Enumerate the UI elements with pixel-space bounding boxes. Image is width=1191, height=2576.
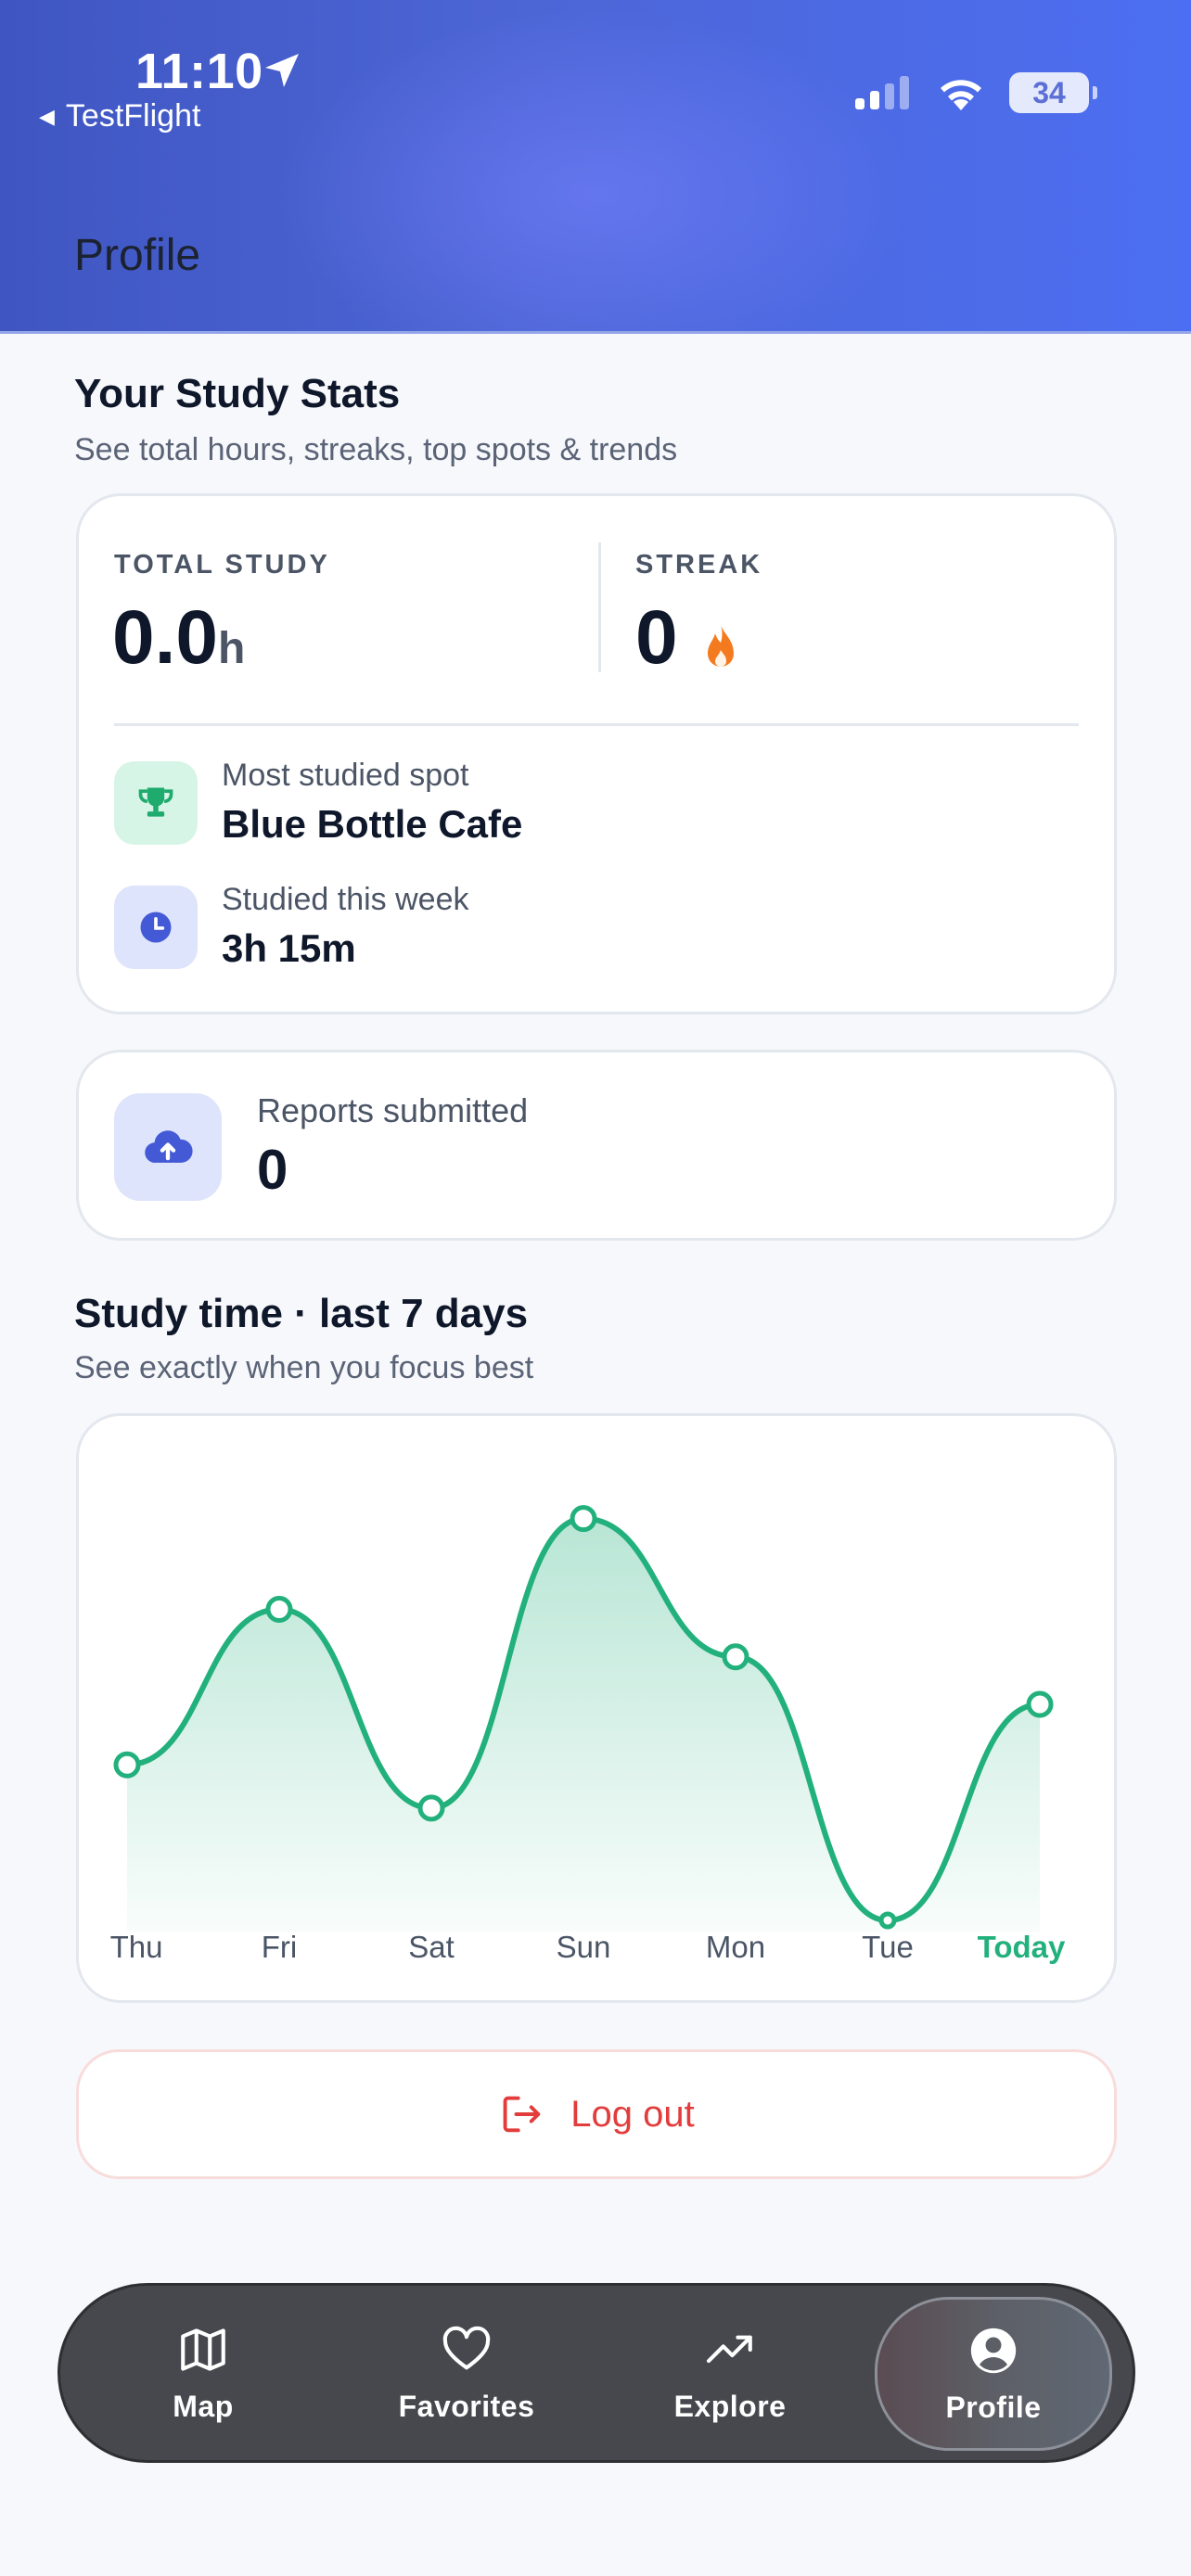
trophy-icon bbox=[138, 787, 173, 817]
top-spot-value: Blue Bottle Cafe bbox=[222, 802, 523, 846]
back-triangle-icon: ◀ bbox=[39, 104, 55, 128]
total-study-unit: h bbox=[218, 624, 246, 673]
chart-title: Study time · last 7 days bbox=[74, 1291, 529, 1336]
tab-map-label: Map bbox=[173, 2389, 234, 2423]
week-value: 3h 15m bbox=[222, 926, 356, 970]
back-to-testflight[interactable]: ◀ TestFlight bbox=[39, 98, 200, 134]
status-icons: 34 bbox=[853, 72, 1097, 113]
tab-map[interactable]: Map bbox=[92, 2286, 314, 2460]
cloud-upload-icon bbox=[145, 1130, 193, 1163]
map-icon bbox=[181, 2327, 225, 2371]
flame-icon bbox=[708, 624, 734, 667]
total-study-value: 0.0h bbox=[112, 594, 245, 682]
logout-button[interactable]: Log out bbox=[76, 2049, 1117, 2179]
location-arrow-icon bbox=[265, 54, 299, 87]
back-app-label: TestFlight bbox=[65, 98, 201, 134]
clock-icon bbox=[140, 912, 172, 943]
x-tick-mon: Mon bbox=[705, 1930, 766, 1964]
chart-subtitle: See exactly when you focus best bbox=[74, 1350, 534, 1385]
trophy-tile bbox=[114, 761, 198, 845]
wifi-icon bbox=[941, 80, 981, 110]
streak-label: STREAK bbox=[635, 550, 763, 580]
logout-icon bbox=[503, 2096, 541, 2133]
x-tick-sun: Sun bbox=[556, 1930, 611, 1964]
tab-profile-label: Profile bbox=[945, 2390, 1042, 2424]
clock-tile bbox=[114, 886, 198, 969]
chart-point-mon[interactable] bbox=[722, 1643, 749, 1671]
stats-subtitle: See total hours, streaks, top spots & tr… bbox=[74, 432, 678, 467]
tab-explore-label: Explore bbox=[673, 2389, 787, 2423]
top-spot-label: Most studied spot bbox=[222, 758, 469, 793]
chart-point-today[interactable] bbox=[1026, 1690, 1054, 1718]
chart-point-sun[interactable] bbox=[570, 1505, 597, 1533]
week-label: Studied this week bbox=[222, 882, 469, 917]
x-tick-fri: Fri bbox=[261, 1930, 298, 1964]
chart-point-sat[interactable] bbox=[417, 1794, 445, 1822]
battery-indicator: 34 bbox=[1009, 72, 1097, 113]
tab-profile[interactable]: Profile bbox=[875, 2297, 1112, 2451]
stats-title: Your Study Stats bbox=[74, 371, 401, 416]
cellular-signal-icon bbox=[855, 76, 909, 109]
chart-point-thu[interactable] bbox=[113, 1751, 141, 1779]
stats-divider-vertical bbox=[598, 542, 601, 672]
chart-point-fri[interactable] bbox=[265, 1595, 293, 1623]
page-title: Profile bbox=[74, 231, 201, 280]
tab-bar: Map Favorites Explore Profile bbox=[58, 2283, 1135, 2463]
reports-value: 0 bbox=[257, 1139, 288, 1201]
tab-favorites[interactable]: Favorites bbox=[355, 2286, 578, 2460]
stats-divider-horizontal bbox=[114, 723, 1079, 726]
chart-area-fill bbox=[127, 1518, 1040, 1932]
tab-explore[interactable]: Explore bbox=[619, 2286, 841, 2460]
chart-card: Thu Fri Sat Sun Mon Tue Today bbox=[76, 1413, 1117, 2003]
study-time-chart bbox=[113, 1505, 1054, 1932]
x-tick-tue: Tue bbox=[862, 1930, 914, 1964]
x-tick-sat: Sat bbox=[408, 1930, 455, 1964]
logout-label: Log out bbox=[570, 2093, 695, 2135]
streak-value: 0 bbox=[635, 595, 678, 680]
status-time: 11:10 bbox=[135, 44, 263, 99]
chart-point-tue[interactable] bbox=[878, 1911, 897, 1930]
total-study-number: 0.0 bbox=[112, 595, 218, 680]
user-circle-icon bbox=[970, 2327, 1017, 2373]
x-tick-today: Today bbox=[977, 1930, 1066, 1964]
app-header: 11:10 ◀ TestFlight 34 Profile bbox=[0, 0, 1191, 334]
heart-icon bbox=[442, 2326, 491, 2369]
stats-card: TOTAL STUDY 0.0h STREAK 0 Most studied s… bbox=[76, 493, 1117, 1014]
total-study-label: TOTAL STUDY bbox=[114, 550, 330, 580]
trending-up-icon bbox=[706, 2335, 752, 2363]
reports-card: Reports submitted 0 bbox=[76, 1050, 1117, 1241]
reports-label: Reports submitted bbox=[257, 1091, 529, 1129]
upload-tile bbox=[114, 1093, 222, 1201]
tab-favorites-label: Favorites bbox=[398, 2389, 535, 2423]
x-tick-thu: Thu bbox=[109, 1930, 163, 1964]
